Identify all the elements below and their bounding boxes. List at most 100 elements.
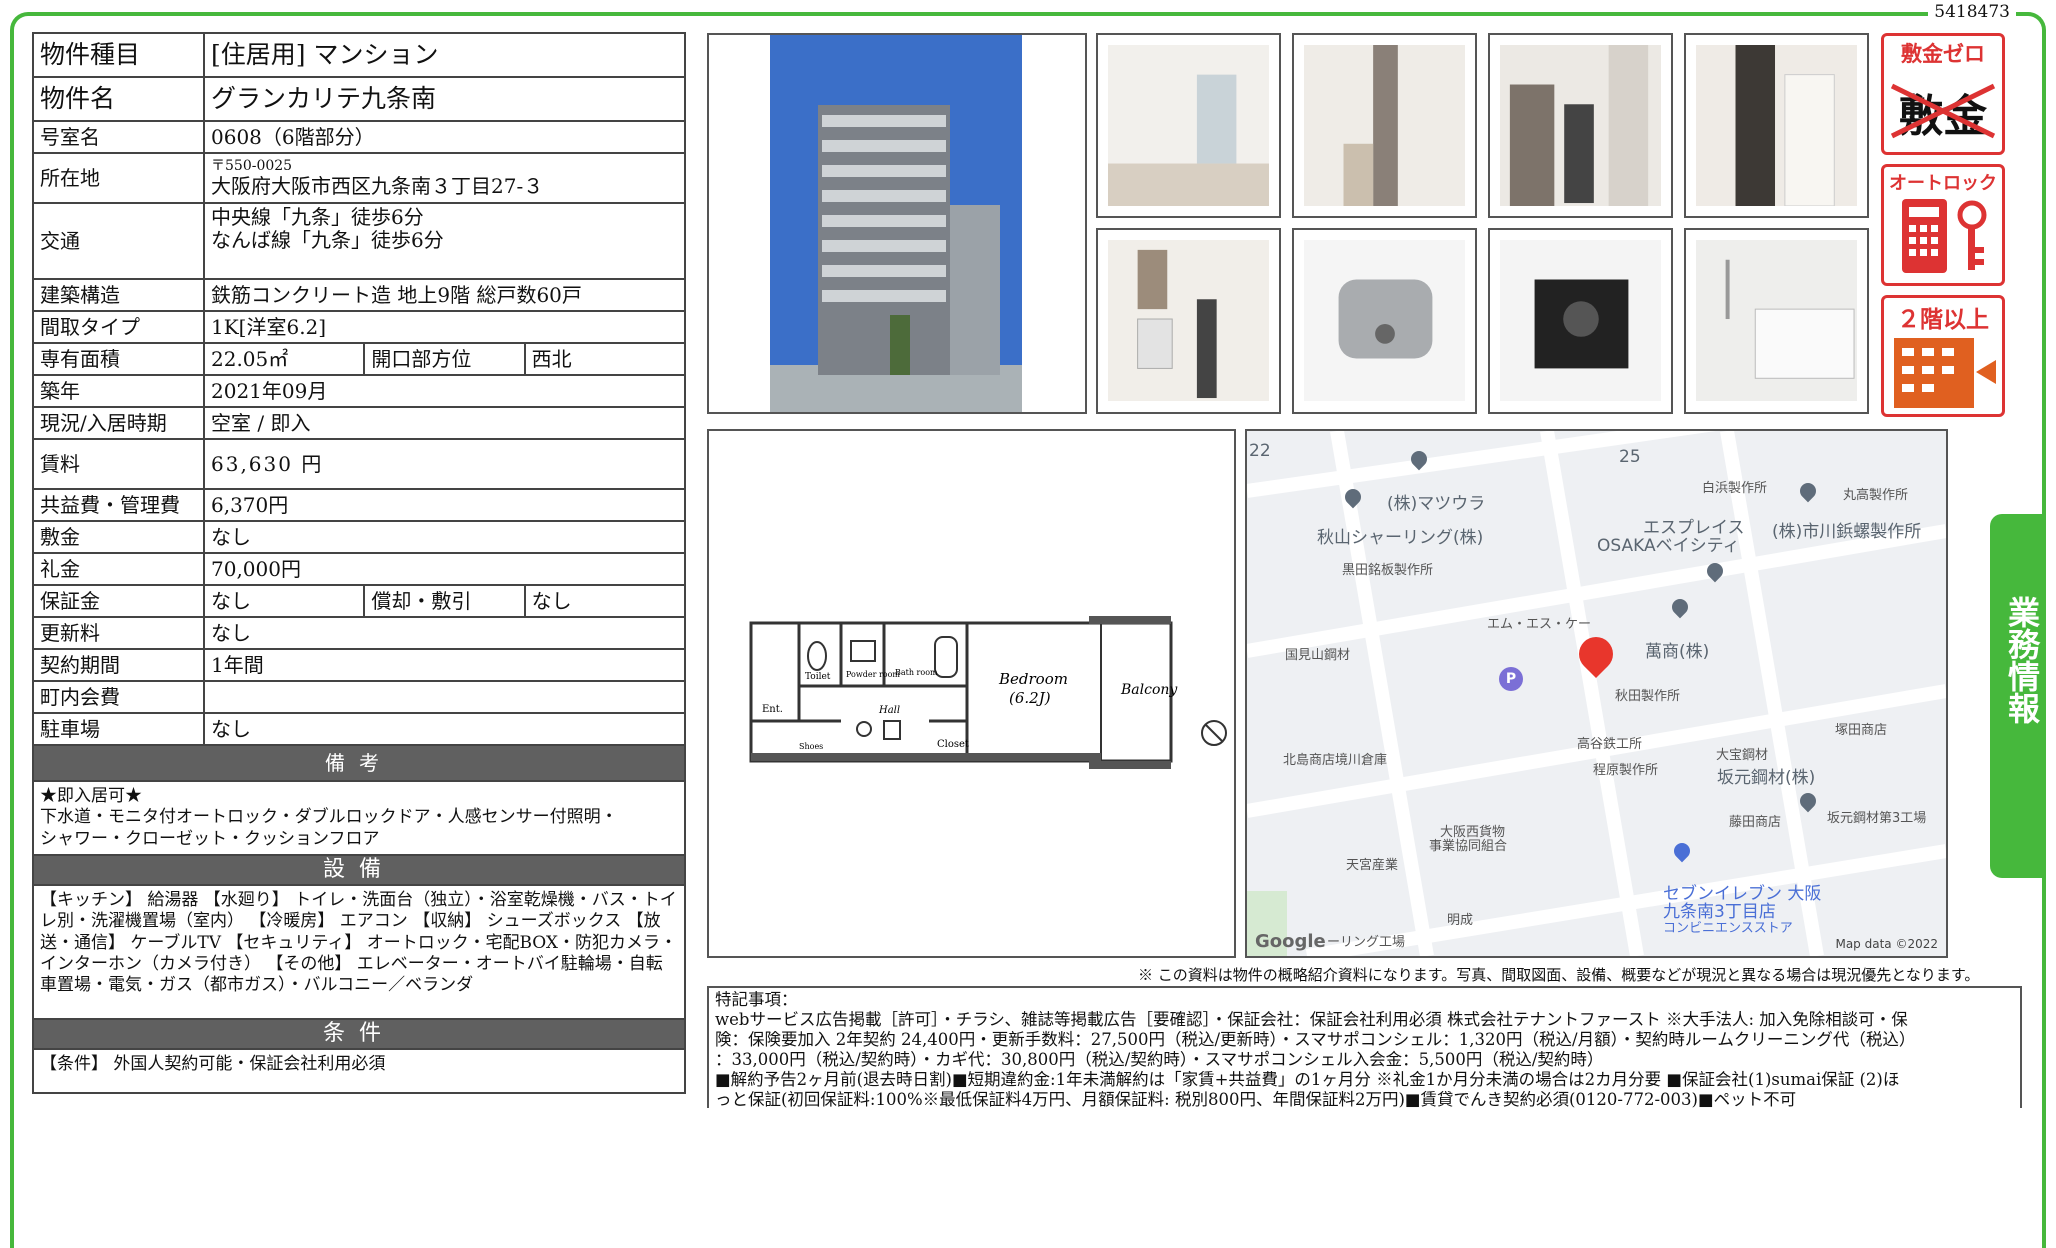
- value-area: 22.05㎡: [202, 342, 366, 376]
- value-address: 〒550-0025 大阪府大阪市西区九条南３丁目27-３: [203, 152, 686, 204]
- room-photo-7: [1488, 228, 1673, 414]
- hallway-image: [1304, 45, 1465, 206]
- business-info-tab-label: 業務情報: [2003, 596, 2041, 724]
- floor-plan-drawing: Bedroom (6.2J) Balcony Toilet Powder roo…: [749, 616, 1227, 769]
- access-line-1: 中央線「九条」徒歩6分: [211, 205, 424, 229]
- floor-plan: Bedroom (6.2J) Balcony Toilet Powder roo…: [707, 429, 1236, 958]
- special-line: ：33,000円（税込/契約時）・カギ代：30,800円（税込/契約時）・スマサ…: [715, 1050, 1604, 1069]
- remarks-box: ★即入居可★ 下水道・モニタ付オートロック・ダブルロックドア・人感センサー付照明…: [32, 782, 686, 856]
- toilet-label: Toilet: [805, 672, 831, 682]
- sink-image: [1304, 240, 1465, 401]
- hall-label: Hall: [878, 705, 900, 716]
- label-parking: 駐車場: [32, 712, 205, 746]
- label-access: 交通: [32, 202, 205, 280]
- map-label: 高谷鉄工所: [1577, 737, 1643, 752]
- map-label: 北島商店境川倉庫: [1283, 753, 1388, 768]
- closet-image: [1696, 45, 1857, 206]
- map-label: 坂元鋼材第3工場: [1827, 811, 1927, 826]
- map-label: 秋山シャーリング(株): [1317, 528, 1484, 548]
- value-layout: 1K[洋室6.2]: [203, 310, 686, 344]
- map-label: 萬商(株): [1645, 642, 1710, 662]
- label-status: 現況/入居時期: [32, 406, 205, 440]
- bedroom-size: (6.2J): [1009, 689, 1051, 707]
- map-label: 塚田商店: [1835, 723, 1888, 738]
- room-photo-8: [1684, 228, 1869, 414]
- map-label: 白浜製作所: [1702, 481, 1768, 496]
- facilities-header: 設備: [32, 856, 686, 886]
- building-photo: [707, 33, 1087, 414]
- powder-label: Powder room: [846, 670, 900, 679]
- label-built: 築年: [32, 374, 205, 408]
- label-direction: 開口部方位: [363, 342, 526, 376]
- address-text: 大阪府大阪市西区九条南３丁目27-３: [211, 173, 544, 198]
- remark-line: シャワー・クローゼット・クッションフロア: [40, 828, 380, 849]
- label-layout: 間取タイプ: [32, 310, 205, 344]
- value-parking: なし: [203, 712, 686, 746]
- building-image: [770, 35, 1022, 412]
- map-label: 藤田商店: [1729, 815, 1782, 830]
- label-renewal: 更新料: [32, 616, 205, 650]
- badge-autolock: オートロック: [1881, 164, 2005, 286]
- closet-label: Closet: [937, 739, 969, 750]
- kitchen-image: [1500, 45, 1661, 206]
- disclaimer-note: ※ この資料は物件の概略紹介資料になります。写真、間取図面、設備、概要などが現況…: [1138, 966, 1980, 984]
- label-key-money: 礼金: [32, 552, 205, 586]
- value-fee: 6,370円: [203, 488, 686, 522]
- map-label: 程原製作所: [1593, 763, 1659, 778]
- zip-code: 〒550-0025: [211, 158, 293, 175]
- value-amortization: なし: [523, 584, 687, 618]
- value-type: [住居用] マンション: [203, 32, 686, 78]
- value-rent: 63,630 円: [203, 438, 686, 490]
- parking-icon: P: [1499, 667, 1523, 691]
- room-photo-2: [1292, 33, 1477, 218]
- document-id: 5418473: [1928, 2, 2016, 22]
- map-streets: [1247, 431, 1946, 956]
- map-label: 黒田銘板製作所: [1342, 563, 1434, 578]
- label-name: 物件名: [32, 76, 205, 122]
- special-line: 険：保険要加入 2年契約 24,400円・更新手数料：27,500円（税込/更新…: [715, 1030, 1916, 1049]
- label-type: 物件種目: [32, 32, 205, 78]
- room-photo-3: [1488, 33, 1673, 218]
- value-key-money: 70,000円: [203, 552, 686, 586]
- value-access: 中央線「九条」徒歩6分 なんば線「九条」徒歩6分: [203, 202, 686, 280]
- building-arrow-icon: [1894, 338, 1996, 408]
- location-map[interactable]: (株)マツウラ 秋山シャーリング(株) 黒田銘板製作所 白浜製作所 丸高製作所 …: [1245, 429, 1948, 958]
- map-label: エム・エス・ケー: [1487, 617, 1592, 632]
- keypad-icon: [1902, 199, 1987, 273]
- shoes-label: Shoes: [799, 742, 823, 751]
- cross-icon: [1890, 83, 1996, 139]
- map-label: OSAKAベイシティ: [1597, 536, 1740, 556]
- property-info: 物件種目 [住居用] マンション 物件名 グランカリテ九条南 号室名 0608（6階部…: [32, 32, 687, 1094]
- stove-image: [1500, 240, 1661, 401]
- label-guarantee: 保証金: [32, 584, 205, 618]
- conditions-text: 【条件】 外国人契約可能・保証会社利用必須: [32, 1050, 686, 1094]
- map-label: コンビニエンスストア: [1663, 921, 1793, 936]
- label-area: 専有面積: [32, 342, 205, 376]
- label-amortization: 償却・敷引: [363, 584, 526, 618]
- special-line: ■解約予告2ヶ月前(退去時日割)■短期違約金:1年未満解約は「家賃+共益費」の1…: [715, 1070, 1900, 1089]
- remark-line: 下水道・モニタ付オートロック・ダブルロックドア・人感センサー付照明・: [40, 807, 618, 828]
- value-guarantee: なし: [202, 584, 366, 618]
- business-info-tab[interactable]: 業務情報: [1990, 514, 2046, 878]
- balcony-label: Balcony: [1120, 682, 1178, 698]
- map-label: 丸高製作所: [1843, 488, 1909, 503]
- special-line: っと保証(初回保証料:100%※最低保証料4万円、月額保証料: 税別800円、年…: [715, 1090, 1797, 1109]
- value-structure: 鉄筋コンクリート造 地上9階 総戸数60戸: [203, 278, 686, 312]
- room-photo-1: [1096, 33, 1281, 218]
- conditions-header: 条件: [32, 1020, 686, 1050]
- value-room: 0608（6階部分）: [203, 120, 686, 154]
- map-copyright: Map data ©2022: [1835, 937, 1938, 951]
- value-town-fee: [203, 680, 686, 714]
- label-term: 契約期間: [32, 648, 205, 682]
- value-built: 2021年09月: [203, 374, 686, 408]
- map-label: 22: [1249, 441, 1271, 461]
- map-label: (株)市川鋲螺製作所: [1772, 522, 1922, 542]
- special-line: 特記事項：: [715, 990, 798, 1009]
- map-label: 国見山鋼材: [1285, 648, 1351, 663]
- value-deposit: なし: [203, 520, 686, 554]
- google-logo: Google: [1255, 931, 1326, 952]
- special-line: webサービス広告掲載［許可］・チラシ、雑誌等掲載広告［要確認］・保証会社：保証…: [715, 1010, 1908, 1029]
- value-term: 1年間: [203, 648, 686, 682]
- entrance-label: Ent.: [762, 704, 783, 715]
- remark-line: ★即入居可★: [40, 786, 142, 806]
